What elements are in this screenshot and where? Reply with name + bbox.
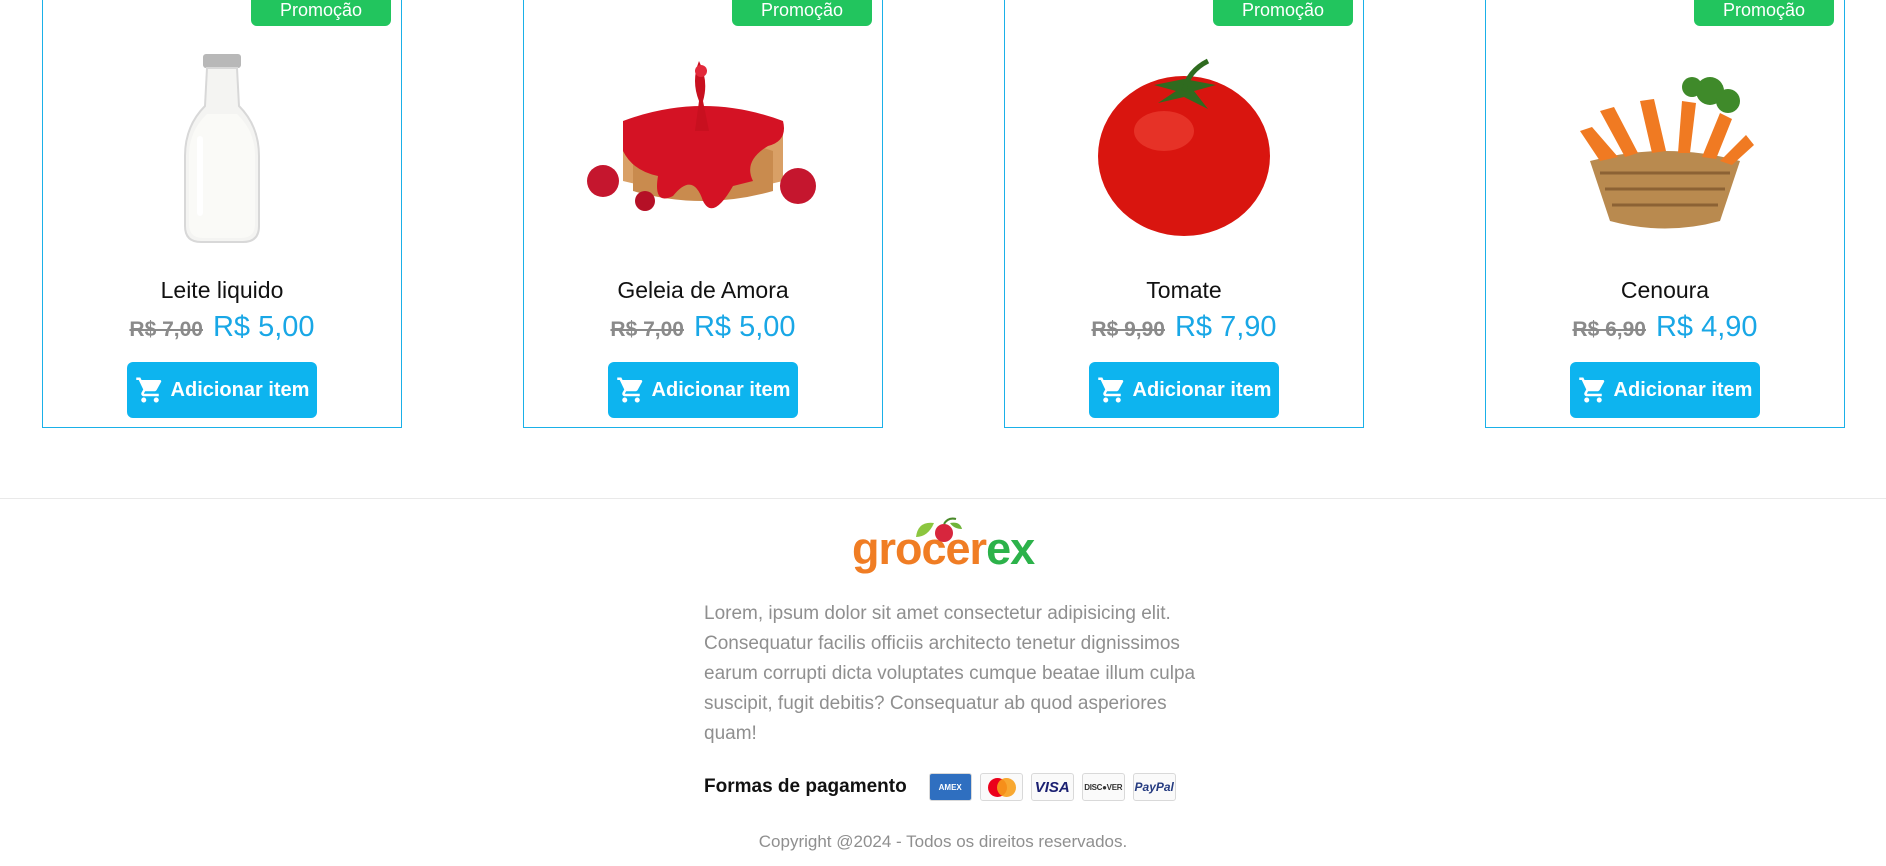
amex-icon: AMEX [928,773,972,801]
fruit-leaf-icon [916,517,962,542]
current-price: R$ 4,90 [1655,311,1758,343]
add-item-label: Adicionar item [170,378,310,401]
cart-icon [1097,377,1123,403]
add-item-button[interactable]: Adicionar item [1089,362,1279,418]
paypal-icon: PayPal [1132,773,1176,801]
cart-icon [616,377,642,403]
old-price: R$ 7,00 [129,318,203,341]
promo-badge: Promoção [1213,0,1353,26]
current-price: R$ 5,00 [693,311,796,343]
copyright: Copyright @2024 - Todos os direitos rese… [758,832,1128,851]
price-row: R$ 9,90 R$ 7,90 [1005,311,1363,344]
price-row: R$ 6,90 R$ 4,90 [1486,311,1844,344]
product-name: Leite liquido [160,277,284,303]
old-price: R$ 9,90 [1091,318,1165,341]
old-price: R$ 7,00 [610,318,684,341]
milk-bottle-image [43,41,401,251]
product-name: Tomate [1146,277,1222,303]
mastercard-icon [979,773,1023,801]
cart-icon [135,377,161,403]
discover-icon: DISC●VER [1081,773,1125,801]
product-card: Promoção Tomate R$ 9,90 R$ 7,90 Adiciona… [1004,0,1364,428]
promo-badge: Promoção [732,0,872,26]
add-item-button[interactable]: Adicionar item [608,362,798,418]
add-item-label: Adicionar item [651,378,791,401]
promo-badge: Promoção [251,0,391,26]
current-price: R$ 7,90 [1174,311,1277,343]
footer-description: Lorem, ipsum dolor sit amet consectetur … [704,603,1196,744]
product-name: Geleia de Amora [617,277,789,303]
price-row: R$ 7,00 R$ 5,00 [43,311,401,344]
payment-label: Formas de pagamento [704,776,907,797]
add-item-button[interactable]: Adicionar item [127,362,317,418]
visa-icon: VISA [1030,773,1074,801]
product-card: Promoção Leite liquido R$ 7,00 R$ 5,00 A… [42,0,402,428]
add-item-button[interactable]: Adicionar item [1570,362,1760,418]
jam-toast-image [524,41,882,251]
old-price: R$ 6,90 [1572,318,1646,341]
product-card: Promoção Cenoura R$ 6,90 R$ 4,90 Adicion… [1485,0,1845,428]
payment-methods: Formas de pagamento AMEX VISA DISC●VER P… [704,772,1184,802]
product-list: Promoção Leite liquido R$ 7,00 R$ 5,00 A… [0,0,1886,428]
current-price: R$ 5,00 [212,311,315,343]
add-item-label: Adicionar item [1132,378,1272,401]
tomato-image [1005,41,1363,251]
carrots-basket-image [1486,41,1844,251]
add-item-label: Adicionar item [1613,378,1753,401]
grocerex-logo[interactable]: grocerex [852,515,1038,577]
footer: grocerex Lorem, ipsum dolor sit amet con… [0,499,1886,866]
cart-icon [1578,377,1604,403]
product-card: Promoção Geleia de Amora R$ 7,00 R$ 5,00… [523,0,883,428]
price-row: R$ 7,00 R$ 5,00 [524,311,882,344]
promo-badge: Promoção [1694,0,1834,26]
product-name: Cenoura [1620,277,1710,303]
